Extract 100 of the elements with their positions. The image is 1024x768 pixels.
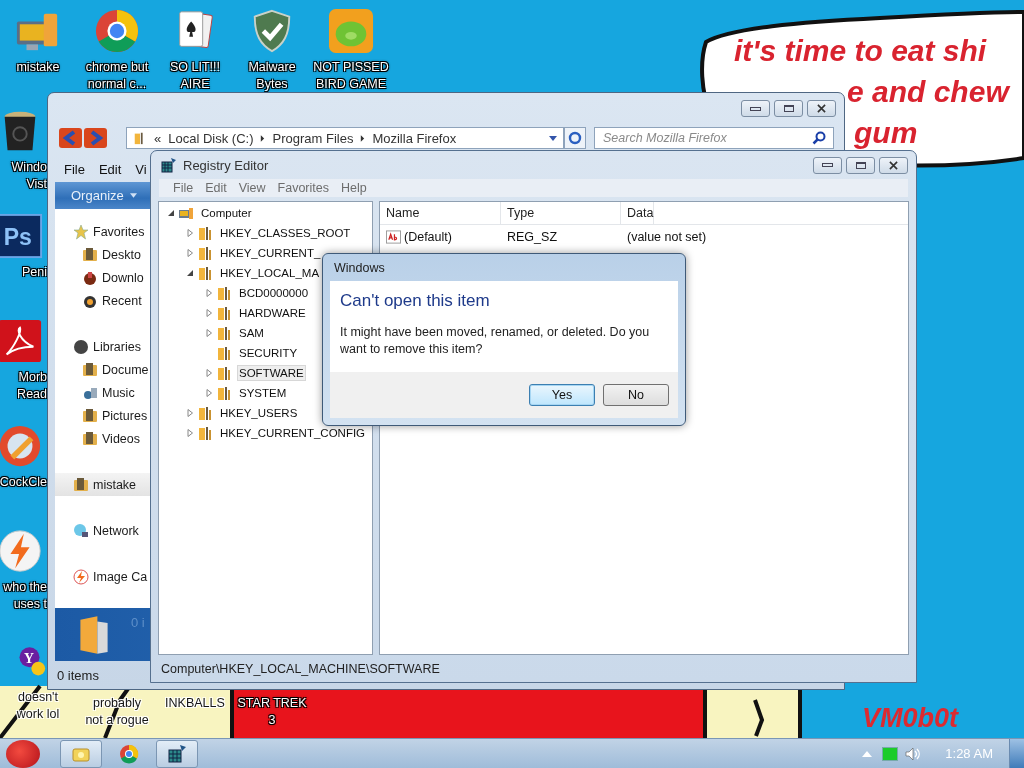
tree-item[interactable]: Computer [199, 205, 254, 221]
column-header[interactable]: Name [380, 202, 501, 224]
start-button[interactable] [6, 739, 40, 768]
nav-item[interactable]: mistake [55, 473, 150, 496]
nav-item[interactable]: Network [55, 519, 150, 542]
icon-label: mistake [16, 59, 60, 76]
search-icon[interactable] [812, 131, 826, 145]
expander-icon[interactable] [186, 269, 194, 277]
document-icon [82, 361, 98, 378]
close-button[interactable] [879, 156, 908, 174]
tree-item[interactable]: SYSTEM [237, 385, 289, 401]
dropdown-icon[interactable] [549, 135, 557, 141]
tree-item[interactable]: BCD0000000 [237, 285, 311, 301]
registry-icon [167, 743, 187, 764]
menu-item[interactable]: Help [341, 181, 367, 195]
close-icon[interactable] [817, 104, 826, 113]
tree-item[interactable]: HKEY_CURRENT_ [218, 245, 323, 261]
status-text: Computer\HKEY_LOCAL_MACHINE\SOFTWARE [161, 661, 440, 676]
maximize-button[interactable] [846, 156, 875, 174]
dialog-button[interactable]: Yes [529, 384, 595, 406]
taskbar-button[interactable] [156, 739, 198, 768]
folder-icon [197, 425, 213, 441]
dialog-button[interactable]: No [603, 384, 669, 406]
computer-icon [178, 205, 194, 221]
browser-icon [119, 743, 139, 764]
tree-item[interactable]: HKEY_USERS [218, 405, 300, 421]
wallpaper-text: it's time to eat shi [734, 33, 987, 69]
menu-item[interactable]: Favorites [277, 181, 329, 195]
icon-label: Peni [21, 264, 47, 281]
menu-item[interactable]: File [64, 161, 85, 177]
desktop-icon [82, 246, 98, 263]
nav-item[interactable]: Image Ca [55, 565, 150, 588]
star-icon [73, 223, 89, 240]
icon-label: who the uses t [3, 579, 47, 613]
icon-label: NOT PISSED BIRD GAME [313, 59, 389, 93]
folder-icon [216, 365, 232, 381]
folder-icon [216, 285, 232, 301]
document-app-icon[interactable] [0, 318, 43, 364]
tree-item[interactable]: HARDWARE [237, 305, 308, 321]
nav-item[interactable]: Recent [55, 289, 150, 312]
speaker-icon[interactable] [905, 746, 922, 761]
app-tile-icon[interactable]: Ps [0, 213, 43, 259]
user-folder-icon [73, 476, 89, 493]
brush-icon[interactable] [0, 423, 43, 469]
menu-item[interactable]: View [238, 181, 266, 195]
tree-item[interactable]: HKEY_CURRENT_CONFIG [218, 425, 368, 441]
back-forward-buttons[interactable] [59, 128, 107, 148]
tree-item[interactable]: SECURITY [237, 345, 300, 361]
status-text: 0 items [57, 667, 99, 683]
tree-item[interactable]: HKEY_LOCAL_MA [218, 265, 322, 281]
lightning-icon[interactable] [0, 528, 43, 574]
icon-label: Windo Vist [11, 159, 47, 193]
tree-item[interactable]: SOFTWARE [237, 365, 306, 381]
nav-item[interactable]: Libraries [55, 335, 150, 358]
minimize-button[interactable] [813, 156, 842, 174]
wallpaper-text: gum [854, 115, 918, 151]
column-header[interactable]: Data [621, 202, 655, 224]
maximize-button[interactable] [774, 100, 803, 117]
organize-button[interactable]: Organize [71, 188, 137, 203]
window-title: Registry Editor [183, 157, 269, 173]
icon-label: SO LIT!!! AIRE [170, 59, 220, 93]
refresh-button[interactable] [564, 127, 586, 149]
browser-icon[interactable] [94, 8, 140, 54]
nav-item[interactable]: Downlo [55, 266, 150, 289]
icon-label: chrome but normal c... [85, 59, 149, 93]
search-field[interactable]: Search Mozilla Firefox [594, 127, 834, 149]
nav-item[interactable]: Videos [55, 427, 150, 450]
nav-item[interactable]: Favorites [55, 220, 150, 243]
menu-item[interactable]: Edit [98, 161, 122, 177]
lightning-icon [73, 568, 89, 585]
tree-item[interactable]: HKEY_CLASSES_ROOT [218, 225, 353, 241]
minimize-button[interactable] [741, 100, 770, 117]
address-field[interactable]: « Local Disk (C:) Program Files Mozilla Firefox [126, 127, 564, 149]
menu-item[interactable]: File [173, 181, 194, 195]
chevron-icon[interactable] [360, 134, 366, 142]
close-button[interactable] [807, 100, 836, 117]
show-desktop-button[interactable] [1009, 738, 1024, 768]
nav-item[interactable]: Pictures [55, 404, 150, 427]
nav-item[interactable]: Music [55, 381, 150, 404]
nav-item[interactable]: Docume [55, 358, 150, 381]
network-icon [73, 522, 89, 539]
circle-icon [73, 338, 89, 355]
folder-icon [197, 245, 213, 261]
icon-label: INKBALLS [165, 695, 225, 712]
icon-label: CockCle [0, 474, 47, 491]
chevron-icon[interactable] [260, 134, 266, 142]
signature-text: VM0b0t [862, 703, 959, 734]
folder-icon [216, 305, 232, 321]
column-header[interactable]: Type [501, 202, 621, 224]
dialog-message: It might have been moved, renamed, or deleted. Do you want to remove this item? [340, 324, 651, 358]
nav-item[interactable]: Deskto [55, 243, 150, 266]
wallpaper-text: e and chew [847, 74, 1009, 110]
menu-item[interactable]: Vi [135, 161, 147, 177]
menu-item[interactable]: Edit [205, 181, 227, 195]
folder-icon [216, 345, 232, 361]
caret-icon[interactable] [129, 193, 137, 198]
video-icon [82, 430, 98, 447]
tree-item[interactable]: SAM [237, 325, 266, 341]
icon-label: Malware Bytes [248, 59, 296, 93]
close-icon[interactable] [889, 160, 898, 170]
